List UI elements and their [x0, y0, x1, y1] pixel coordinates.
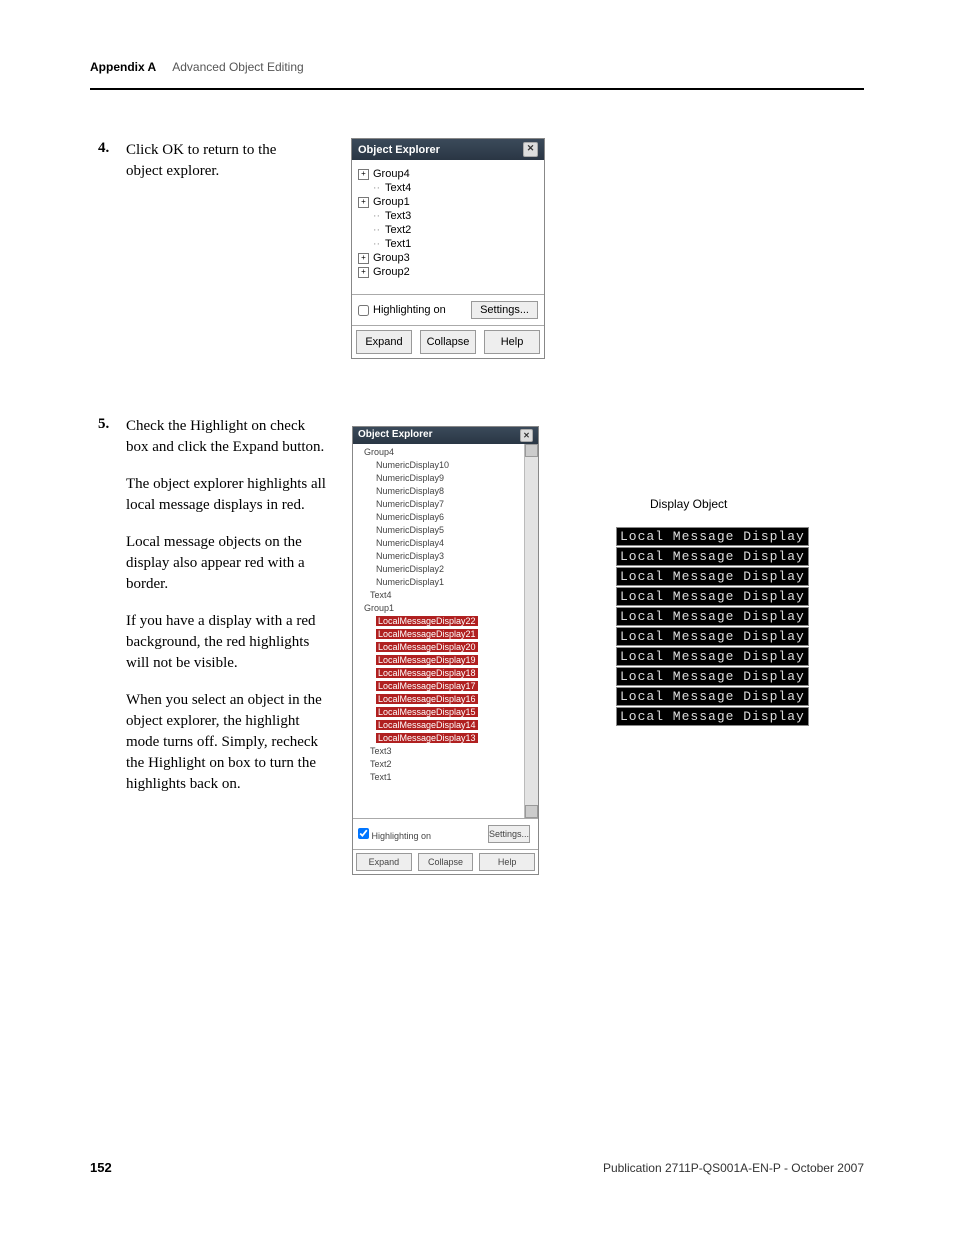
tree-item-highlighted[interactable]: LocalMessageDisplay13: [356, 732, 535, 745]
step-5-text: Check the Highlight on check box and cli…: [126, 416, 326, 811]
appendix-label: Appendix A: [90, 60, 156, 74]
object-explorer-titlebar: Object Explorer ✕: [352, 139, 544, 160]
object-explorer-panel: Object Explorer ✕ +Group4 ··Text4 +Group…: [351, 138, 545, 359]
step-5-number: 5.: [98, 416, 109, 433]
local-message-display-cell: Local Message Display: [616, 707, 809, 726]
tree-item[interactable]: NumericDisplay10: [356, 459, 535, 472]
tree-item-group1[interactable]: +Group1: [358, 196, 538, 208]
local-message-display-cell: Local Message Display: [616, 687, 809, 706]
tree-item-text2[interactable]: ··Text2: [358, 224, 538, 236]
tree-item-group2[interactable]: +Group2: [358, 266, 538, 278]
tree-item[interactable]: NumericDisplay5: [356, 524, 535, 537]
tree-item-highlighted[interactable]: LocalMessageDisplay17: [356, 680, 535, 693]
object-explorer-titlebar-2: Object Explorer ✕: [353, 427, 538, 444]
tree-item[interactable]: NumericDisplay6: [356, 511, 535, 524]
object-explorer-expanded: Object Explorer ✕ Group4 NumericDisplay1…: [352, 426, 539, 875]
local-message-display-cell: Local Message Display: [616, 527, 809, 546]
tree-item-highlighted[interactable]: LocalMessageDisplay15: [356, 706, 535, 719]
settings-button-2[interactable]: Settings...: [488, 825, 530, 843]
tree-item[interactable]: NumericDisplay3: [356, 550, 535, 563]
section-title: Advanced Object Editing: [172, 60, 303, 74]
collapse-button[interactable]: Collapse: [420, 330, 476, 354]
expand-button-2[interactable]: Expand: [356, 853, 412, 871]
local-message-display-cell: Local Message Display: [616, 547, 809, 566]
tree-item[interactable]: NumericDisplay8: [356, 485, 535, 498]
local-message-display-cell: Local Message Display: [616, 647, 809, 666]
scrollbar[interactable]: [524, 444, 538, 818]
tree-item-group4[interactable]: Group4: [356, 446, 535, 459]
running-header: Appendix A Advanced Object Editing: [90, 60, 864, 74]
page: Appendix A Advanced Object Editing 4. Cl…: [0, 0, 954, 1235]
object-explorer-title: Object Explorer: [358, 144, 440, 156]
help-button-2[interactable]: Help: [479, 853, 535, 871]
tree-item-group4[interactable]: +Group4: [358, 168, 538, 180]
local-message-display-cell: Local Message Display: [616, 567, 809, 586]
expand-button[interactable]: Expand: [356, 330, 412, 354]
close-icon[interactable]: ✕: [523, 142, 538, 157]
tree-item-text1[interactable]: ··Text1: [358, 238, 538, 250]
highlighting-checkbox-2[interactable]: Highlighting on: [358, 828, 431, 841]
object-tree-expanded: Group4 NumericDisplay10NumericDisplay9Nu…: [353, 444, 538, 818]
page-number: 152: [90, 1160, 112, 1175]
tree-item-highlighted[interactable]: LocalMessageDisplay18: [356, 667, 535, 680]
tree-item-group1[interactable]: Group1: [356, 602, 535, 615]
tree-item[interactable]: NumericDisplay2: [356, 563, 535, 576]
publication: Publication 2711P-QS001A-EN-P - October …: [603, 1161, 864, 1175]
tree-item[interactable]: NumericDisplay1: [356, 576, 535, 589]
tree-item-highlighted[interactable]: LocalMessageDisplay16: [356, 693, 535, 706]
local-message-display-cell: Local Message Display: [616, 587, 809, 606]
tree-item[interactable]: NumericDisplay4: [356, 537, 535, 550]
tree-item-text4[interactable]: ··Text4: [358, 182, 538, 194]
tree-item-highlighted[interactable]: LocalMessageDisplay14: [356, 719, 535, 732]
tree-item-text3[interactable]: ··Text3: [358, 210, 538, 222]
step-4-text: Click OK to return to the object explore…: [126, 140, 316, 182]
local-message-display-cell: Local Message Display: [616, 627, 809, 646]
tree-item-highlighted[interactable]: LocalMessageDisplay19: [356, 654, 535, 667]
object-tree: +Group4 ··Text4 +Group1 ··Text3 ··Text2 …: [352, 160, 544, 294]
tree-item-text1[interactable]: Text1: [356, 771, 535, 784]
display-object-stack: Local Message DisplayLocal Message Displ…: [616, 527, 809, 727]
tree-item[interactable]: NumericDisplay9: [356, 472, 535, 485]
step-4-number: 4.: [98, 140, 109, 157]
display-object-label: Display Object: [650, 497, 727, 511]
local-message-display-cell: Local Message Display: [616, 667, 809, 686]
tree-item-highlighted[interactable]: LocalMessageDisplay22: [356, 615, 535, 628]
help-button[interactable]: Help: [484, 330, 540, 354]
tree-item-group3[interactable]: +Group3: [358, 252, 538, 264]
close-icon[interactable]: ✕: [520, 429, 533, 442]
tree-item-text4[interactable]: Text4: [356, 589, 535, 602]
tree-item-text3[interactable]: Text3: [356, 745, 535, 758]
tree-item-highlighted[interactable]: LocalMessageDisplay21: [356, 628, 535, 641]
local-message-display-cell: Local Message Display: [616, 607, 809, 626]
settings-button[interactable]: Settings...: [471, 301, 538, 319]
tree-item[interactable]: NumericDisplay7: [356, 498, 535, 511]
tree-item-text2[interactable]: Text2: [356, 758, 535, 771]
tree-item-highlighted[interactable]: LocalMessageDisplay20: [356, 641, 535, 654]
highlighting-checkbox[interactable]: Highlighting on: [358, 304, 446, 316]
collapse-button-2[interactable]: Collapse: [418, 853, 474, 871]
header-rule: [90, 88, 864, 90]
